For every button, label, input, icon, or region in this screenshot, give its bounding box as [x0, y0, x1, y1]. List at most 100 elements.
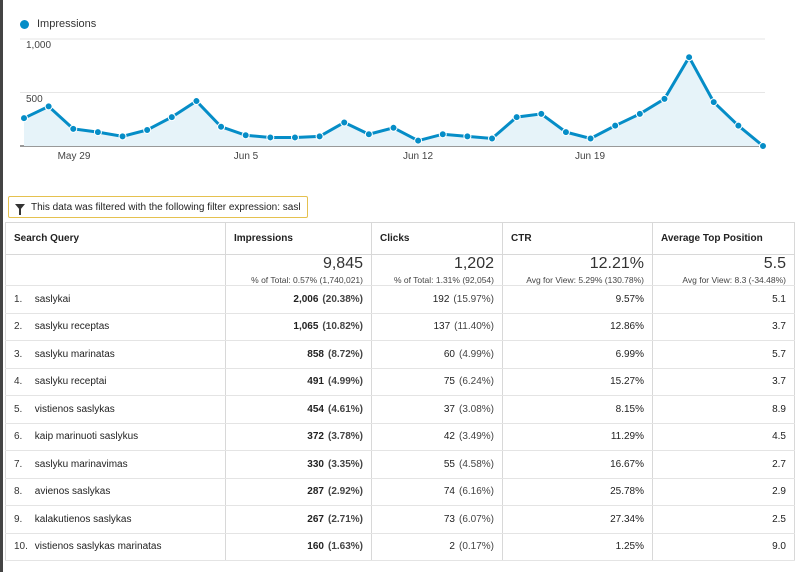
x-tick-label: Jun 19	[574, 151, 606, 162]
data-point[interactable]	[685, 53, 694, 62]
data-point[interactable]	[167, 113, 176, 122]
ctr-cell: 15.27%	[502, 368, 653, 396]
ctr-cell: 9.57%	[502, 285, 653, 314]
position-cell: 5.1	[652, 285, 795, 314]
impressions-cell: 287 (2.92%)	[225, 478, 372, 506]
data-point[interactable]	[364, 130, 373, 139]
query-link[interactable]: vistienos saslykas	[35, 404, 115, 415]
row-index: 8.	[14, 486, 23, 498]
data-point[interactable]	[537, 109, 546, 118]
data-point[interactable]	[44, 102, 53, 111]
data-point[interactable]	[118, 132, 127, 141]
clicks-value: 192	[432, 293, 450, 305]
clicks-percent: (6.16%)	[458, 486, 494, 498]
data-point[interactable]	[611, 121, 620, 130]
data-point[interactable]	[438, 130, 447, 139]
column-header-impressions[interactable]: Impressions	[225, 222, 372, 255]
impressions-cell: 1,065 (10.82%)	[225, 313, 372, 341]
data-point[interactable]	[389, 123, 398, 132]
clicks-cell: 73 (6.07%)	[371, 505, 503, 534]
impressions-cell: 160 (1.63%)	[225, 533, 372, 561]
data-point[interactable]	[192, 97, 201, 106]
data-point[interactable]	[69, 124, 78, 133]
impressions-cell: 2,006 (20.38%)	[225, 285, 372, 314]
clicks-percent: (6.24%)	[458, 376, 494, 388]
data-point[interactable]	[635, 109, 644, 118]
query-link[interactable]: avienos saslykas	[35, 486, 111, 497]
row-index: 9.	[14, 513, 23, 525]
row-index: 3.	[14, 348, 23, 360]
clicks-cell: 137 (11.40%)	[371, 313, 503, 341]
data-point[interactable]	[414, 136, 423, 145]
impressions-value: 330	[307, 458, 324, 470]
table-row: 7. saslyku marinavimas 330 (3.35%) 55 (4.58%…	[5, 450, 795, 479]
column-header-avg-position[interactable]: Average Top Position	[652, 222, 795, 255]
data-point[interactable]	[512, 113, 521, 122]
query-link[interactable]: saslyku marinavimas	[35, 459, 128, 470]
summary-clicks-value: 1,202	[453, 255, 494, 272]
impressions-percent: (20.38%)	[322, 293, 363, 305]
clicks-percent: (11.40%)	[454, 321, 494, 333]
query-link[interactable]: kaip marinuoti saslykus	[35, 431, 138, 442]
data-point[interactable]	[20, 114, 28, 123]
table-row: 1. saslykai 2,006 (20.38%) 192 (15.97%) 9.57%…	[5, 285, 795, 314]
legend-label: Impressions	[37, 18, 97, 30]
table-row: 2. saslyku receptas 1,065 (10.82%) 137 (11.4…	[5, 313, 795, 341]
ctr-cell: 16.67%	[502, 450, 653, 479]
query-cell: 7. saslyku marinavimas	[5, 450, 226, 479]
column-header-search-query[interactable]: Search Query	[5, 222, 226, 255]
query-link[interactable]: vistienos saslykas marinatas	[35, 541, 162, 552]
chart-legend[interactable]: Impressions	[20, 18, 96, 30]
table-row: 4. saslyku receptai 491 (4.99%) 75 (6.24%) 15…	[5, 368, 795, 396]
clicks-percent: (6.07%)	[458, 513, 494, 525]
data-point[interactable]	[290, 133, 299, 142]
query-link[interactable]: saslyku marinatas	[35, 349, 115, 360]
impressions-value: 372	[307, 431, 324, 443]
query-cell: 5. vistienos saslykas	[5, 395, 226, 424]
impressions-percent: (3.78%)	[327, 431, 363, 443]
column-header-ctr[interactable]: CTR	[502, 222, 653, 255]
legend-dot-icon	[20, 19, 29, 29]
impressions-cell: 858 (8.72%)	[225, 340, 372, 369]
data-point[interactable]	[759, 142, 767, 150]
impressions-value: 287	[307, 486, 324, 498]
data-point[interactable]	[463, 132, 472, 141]
clicks-percent: (15.97%)	[453, 293, 494, 305]
data-point[interactable]	[241, 131, 250, 140]
data-point[interactable]	[340, 118, 349, 127]
impressions-cell: 454 (4.61%)	[225, 395, 372, 424]
data-point[interactable]	[488, 134, 497, 143]
column-header-clicks[interactable]: Clicks	[371, 222, 503, 255]
clicks-percent: (3.49%)	[458, 431, 494, 443]
impressions-cell: 372 (3.78%)	[225, 423, 372, 451]
position-cell: 5.7	[652, 340, 795, 369]
query-link[interactable]: saslyku receptas	[35, 321, 109, 332]
query-cell: 1. saslykai	[5, 285, 226, 314]
row-index: 10.	[14, 541, 28, 553]
impressions-percent: (2.71%)	[327, 513, 363, 525]
query-link[interactable]: kalakutienos saslykas	[35, 514, 132, 525]
summary-ctr-sub: Avg for View: 5.29% (130.78%)	[526, 275, 644, 285]
data-point[interactable]	[561, 128, 570, 137]
impressions-cell: 330 (3.35%)	[225, 450, 372, 479]
row-index: 5.	[14, 403, 23, 415]
data-point[interactable]	[709, 98, 718, 107]
clicks-percent: (0.17%)	[458, 541, 494, 553]
data-point[interactable]	[93, 128, 102, 137]
chart-svg	[20, 38, 767, 150]
impressions-value: 1,065	[293, 321, 319, 333]
data-point[interactable]	[143, 125, 152, 134]
position-cell: 4.5	[652, 423, 795, 451]
query-link[interactable]: saslykai	[35, 294, 71, 305]
data-point[interactable]	[734, 121, 743, 130]
data-point[interactable]	[660, 94, 669, 103]
clicks-value: 42	[443, 431, 455, 443]
position-cell: 8.9	[652, 395, 795, 424]
data-point[interactable]	[586, 134, 595, 143]
data-point[interactable]	[315, 132, 324, 141]
data-point[interactable]	[266, 133, 275, 142]
impressions-cell: 491 (4.99%)	[225, 368, 372, 396]
data-point[interactable]	[217, 122, 226, 131]
row-index: 4.	[14, 376, 23, 388]
query-link[interactable]: saslyku receptai	[35, 376, 107, 387]
